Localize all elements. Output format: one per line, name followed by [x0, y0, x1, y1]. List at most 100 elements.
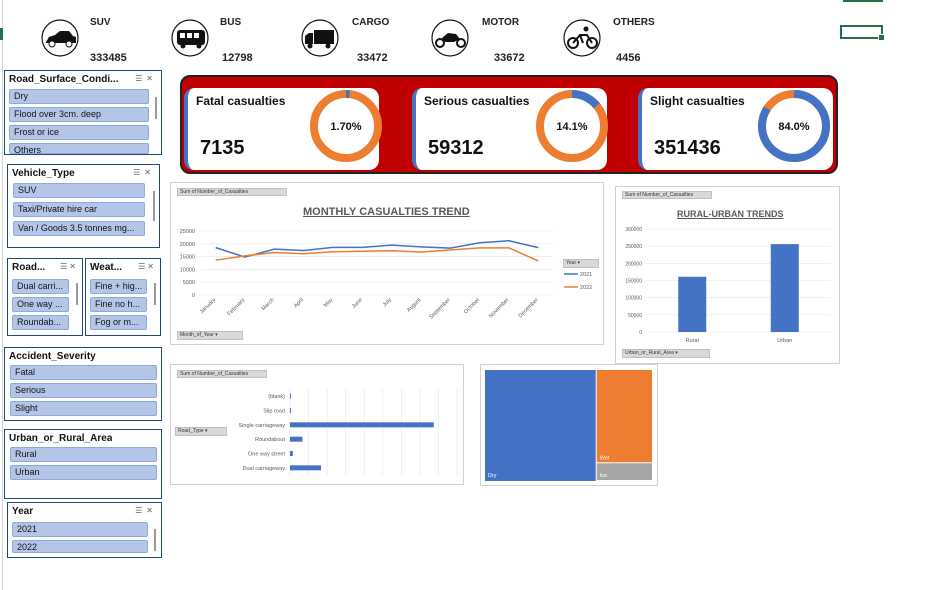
y-tick-label: 0 [192, 293, 195, 299]
slicer-item[interactable]: Urban [10, 465, 157, 480]
axis-field-button[interactable]: Urban_or_Rural_Area ▾ [622, 349, 710, 358]
donut-label: 1.70% [330, 121, 361, 133]
axis-field-button[interactable]: Month_of_Year ▾ [177, 331, 243, 340]
slicer-title: Weat... [90, 262, 123, 273]
multi-select-icon[interactable]: ☰✕ [60, 262, 78, 271]
y-category-label: Dual carriageway [243, 466, 286, 472]
slicer-item[interactable]: SUV [13, 183, 145, 198]
hbar[interactable] [290, 408, 291, 413]
slicer-item[interactable]: Rural [10, 447, 157, 462]
hbar[interactable] [290, 451, 293, 456]
y-tick-label: 150000 [625, 279, 642, 285]
card-title: Slight casualties [650, 94, 745, 108]
multi-select-icon[interactable]: ☰✕ [135, 506, 157, 515]
legend-label: 2022 [580, 285, 592, 291]
slicer-title: Road... [12, 262, 46, 273]
treemap-cell-dry[interactable] [485, 370, 596, 481]
hbar[interactable] [290, 393, 291, 399]
scrollbar[interactable] [154, 529, 156, 551]
donut-slight: 84.0% [758, 90, 830, 162]
slicer-item[interactable]: Dual carri... [12, 279, 69, 294]
slicer-vehicle-type: Vehicle_Type ☰✕ SUV Taxi/Private hire ca… [7, 164, 160, 248]
slicer-item[interactable]: Roundab... [12, 315, 69, 330]
y-category-label: Slip road [263, 409, 285, 415]
y-tick-label: 250000 [625, 244, 642, 250]
treemap-cell-wet[interactable] [596, 370, 652, 463]
line-plot: 0 5000 10000 15000 20000 25000 January February… [180, 229, 593, 320]
hbar[interactable] [290, 422, 434, 428]
kpi-suv: SUV 333485 [40, 14, 150, 66]
y-tick-label: 0 [639, 330, 642, 336]
slicer-item[interactable]: Fog or m... [90, 315, 147, 330]
scrollbar[interactable] [154, 283, 156, 305]
series-line-2022 [215, 247, 539, 262]
hbar[interactable] [290, 465, 322, 471]
slicer-item[interactable]: One way ... [12, 297, 69, 312]
hbar[interactable] [290, 436, 303, 442]
card-value: 351436 [654, 137, 721, 159]
y-tick-label: 10000 [180, 267, 195, 273]
x-tick-label: January [199, 297, 217, 315]
slicer-item[interactable]: Taxi/Private hire car [13, 202, 145, 217]
kpi-value: 12798 [222, 52, 253, 64]
donut-label: 14.1% [556, 121, 587, 133]
y-tick-label: 200000 [625, 261, 642, 267]
slicer-item[interactable]: Fine + hig... [90, 279, 147, 294]
slicer-item[interactable]: 2021 [12, 522, 148, 537]
slicer-weather: Weat... ☰✕ Fine + hig... Fine no h... Fo… [85, 258, 161, 336]
bicycle-icon [563, 19, 601, 57]
car-icon [41, 19, 79, 57]
y-tick-label: 100000 [625, 296, 642, 302]
card-value: 7135 [200, 137, 245, 159]
slicer-item[interactable]: Fine no h... [90, 297, 147, 312]
slicer-item[interactable]: Flood over 3cm. deep [9, 107, 149, 122]
bar-rural[interactable] [678, 276, 707, 332]
hbar-plot: (blank) Slip road Single carriageway Rounda… [239, 389, 458, 475]
monthly-trend-chart[interactable]: Sum of Number_of_Casualties MONTHLY CASU… [170, 182, 604, 345]
rural-urban-chart[interactable]: Sum of Number_of_Casualties RURAL-URBAN … [615, 186, 840, 364]
bar-plot: 0 50000 100000 150000 200000 250000 300000 Rura… [625, 227, 831, 344]
kpi-others: OTHERS 4456 [562, 14, 672, 66]
treemap-label: Dry [488, 473, 497, 479]
sheet-edge [0, 0, 3, 590]
truck-icon [301, 19, 339, 57]
dashboard: { "kpis":[ {"label":"SUV","value":"33348… [0, 0, 936, 590]
bar-urban[interactable] [770, 244, 799, 332]
donut-serious: 14.1% [536, 90, 608, 162]
scrollbar[interactable] [76, 283, 78, 305]
slicer-road-surface: Road_Surface_Condi... ☰✕ Dry Flood over … [4, 70, 162, 155]
multi-select-icon[interactable]: ☰✕ [135, 74, 157, 83]
slicer-item[interactable]: Serious [10, 383, 157, 398]
x-tick-label: December [518, 297, 540, 319]
kpi-bus: BUS 12798 [170, 14, 280, 66]
y-tick-label: 300000 [625, 227, 642, 233]
multi-select-icon[interactable]: ☰✕ [133, 168, 155, 177]
x-tick-label: June [351, 297, 364, 310]
slicer-item[interactable]: 2022 [12, 540, 148, 553]
slicer-title: Accident_Severity [9, 351, 96, 362]
multi-select-icon[interactable]: ☰✕ [138, 262, 156, 271]
road-surface-treemap[interactable]: Dry Wet Ice [480, 364, 658, 486]
legend-field-button[interactable]: Year ▾ [563, 259, 599, 268]
legend-label: 2021 [580, 272, 592, 278]
slicer-item[interactable]: Fatal [10, 365, 157, 380]
kpi-value: 33472 [357, 52, 388, 64]
x-tick-label: Rural [686, 338, 699, 344]
axis-field-button[interactable]: Road_Type ▾ [175, 427, 227, 436]
scrollbar[interactable] [155, 97, 157, 119]
selected-cell[interactable] [840, 25, 885, 41]
kpi-value: 33672 [494, 52, 525, 64]
slicer-item[interactable]: Frost or ice [9, 125, 149, 140]
road-type-chart[interactable]: Sum of Number_of_Casualties (blank) Slip … [170, 364, 464, 485]
x-tick-label: August [406, 297, 423, 314]
slicer-item[interactable]: Slight [10, 401, 157, 416]
kpi-label: MOTOR [482, 17, 520, 28]
slicer-item[interactable]: Van / Goods 3.5 tonnes mg... [13, 221, 145, 236]
slicer-title: Year [12, 506, 34, 517]
slicer-item[interactable]: Dry [9, 89, 149, 104]
card-title: Fatal casualties [196, 94, 286, 108]
scrollbar[interactable] [153, 191, 155, 221]
x-tick-label: February [227, 297, 247, 317]
x-tick-label: March [261, 297, 276, 312]
slicer-item[interactable]: Others [9, 143, 149, 154]
